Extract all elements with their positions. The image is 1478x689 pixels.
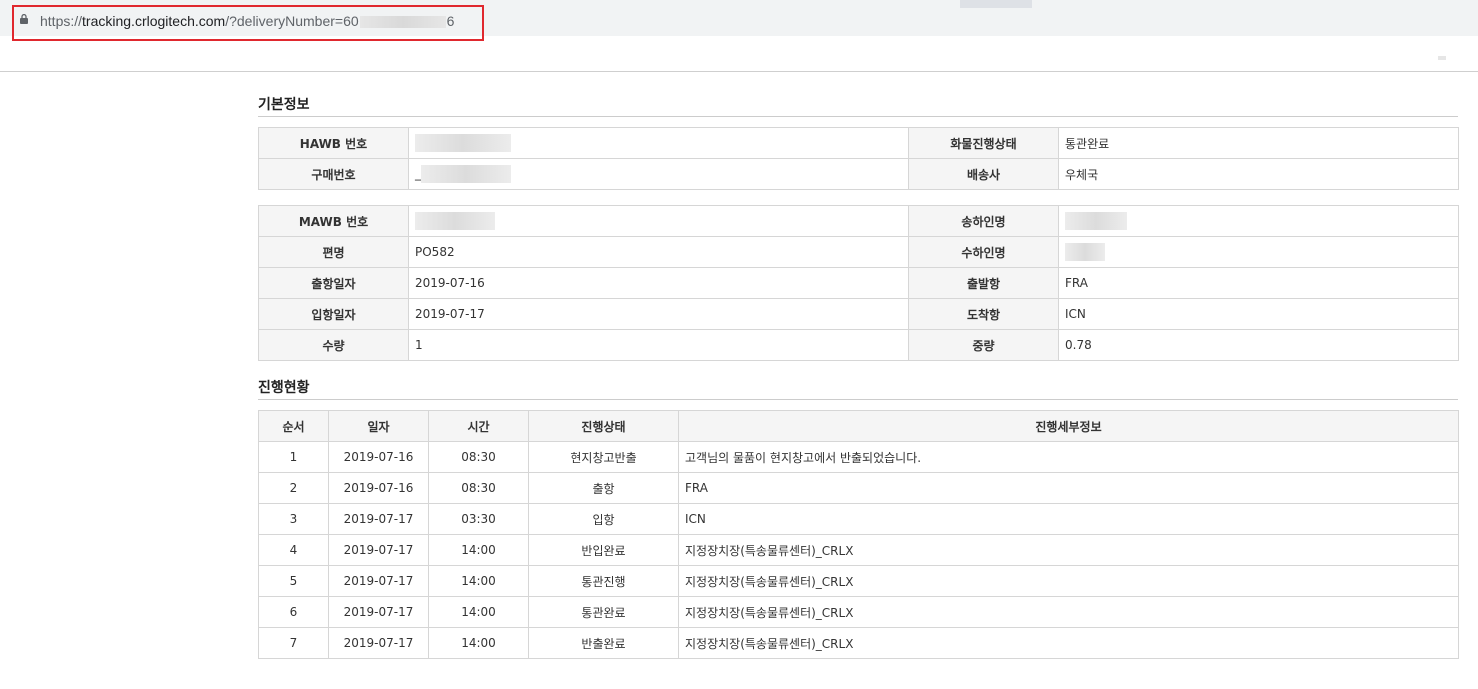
weight-label: 중량 xyxy=(908,329,1059,361)
quantity-value: 1 xyxy=(408,329,909,361)
column-header-status: 진행상태 xyxy=(528,410,679,442)
row-detail: 고객님의 물품이 현지창고에서 반출되었습니다. xyxy=(678,441,1459,473)
page-header-divider xyxy=(0,71,1478,72)
table-row: MAWB 번호 송하인명 xyxy=(258,205,1459,237)
row-detail: 지정장치장(특송물류센터)_CRLX xyxy=(678,596,1459,628)
table-row: 5 2019-07-17 14:00 통관진행 지정장치장(특송물류센터)_CR… xyxy=(258,565,1459,597)
row-date: 2019-07-17 xyxy=(328,596,429,628)
table-row: 7 2019-07-17 14:00 반출완료 지정장치장(특송물류센터)_CR… xyxy=(258,627,1459,659)
row-date: 2019-07-17 xyxy=(328,627,429,659)
arrival-date-label: 입항일자 xyxy=(258,298,409,330)
mawb-label: MAWB 번호 xyxy=(258,205,409,237)
hawb-value xyxy=(408,127,909,159)
redacted-value xyxy=(415,134,511,152)
row-time: 14:00 xyxy=(428,565,529,597)
redacted-value xyxy=(1065,212,1127,230)
cargo-status-value: 통관완료 xyxy=(1058,127,1459,159)
progress-rule xyxy=(258,399,1458,400)
row-time: 14:00 xyxy=(428,534,529,566)
table-row: 출항일자 2019-07-16 출발항 FRA xyxy=(258,267,1459,299)
column-header-time: 시간 xyxy=(428,410,529,442)
destination-label: 도착항 xyxy=(908,298,1059,330)
table-header-row: 순서 일자 시간 진행상태 진행세부정보 xyxy=(258,410,1459,442)
column-header-detail: 진행세부정보 xyxy=(678,410,1459,442)
consignee-label: 수하인명 xyxy=(908,236,1059,268)
arrival-date-value: 2019-07-17 xyxy=(408,298,909,330)
flight-label: 편명 xyxy=(258,236,409,268)
basic-info-table: HAWB 번호 화물진행상태 통관완료 구매번호 _ 배송사 우체국 xyxy=(258,127,1459,190)
row-time: 03:30 xyxy=(428,503,529,535)
row-time: 14:00 xyxy=(428,596,529,628)
row-status: 입항 xyxy=(528,503,679,535)
row-date: 2019-07-17 xyxy=(328,534,429,566)
table-row: HAWB 번호 화물진행상태 통관완료 xyxy=(258,127,1459,159)
shipment-info-table: MAWB 번호 송하인명 편명 PO582 수하인명 출항일자 2019-07-… xyxy=(258,205,1459,361)
row-no: 2 xyxy=(258,472,329,504)
browser-tab-other[interactable] xyxy=(1032,0,1478,8)
table-row: 1 2019-07-16 08:30 현지창고반출 고객님의 물품이 현지창고에… xyxy=(258,441,1459,473)
row-status: 현지창고반출 xyxy=(528,441,679,473)
purchase-label: 구매번호 xyxy=(258,158,409,190)
quantity-label: 수량 xyxy=(258,329,409,361)
table-row: 4 2019-07-17 14:00 반입완료 지정장치장(특송물류센터)_CR… xyxy=(258,534,1459,566)
table-row: 2 2019-07-16 08:30 출항 FRA xyxy=(258,472,1459,504)
row-time: 08:30 xyxy=(428,472,529,504)
cargo-status-label: 화물진행상태 xyxy=(908,127,1059,159)
mawb-value xyxy=(408,205,909,237)
table-row: 수량 1 중량 0.78 xyxy=(258,329,1459,361)
table-row: 6 2019-07-17 14:00 통관완료 지정장치장(특송물류센터)_CR… xyxy=(258,596,1459,628)
consignee-value xyxy=(1058,236,1459,268)
redacted-value xyxy=(415,212,495,230)
shipper-value xyxy=(1058,205,1459,237)
column-header-no: 순서 xyxy=(258,410,329,442)
hawb-label: HAWB 번호 xyxy=(258,127,409,159)
origin-label: 출발항 xyxy=(908,267,1059,299)
shipper-label: 송하인명 xyxy=(908,205,1059,237)
row-status: 반입완료 xyxy=(528,534,679,566)
destination-value: ICN xyxy=(1058,298,1459,330)
row-detail: 지정장치장(특송물류센터)_CRLX xyxy=(678,565,1459,597)
row-status: 통관진행 xyxy=(528,565,679,597)
row-status: 출항 xyxy=(528,472,679,504)
row-detail: ICN xyxy=(678,503,1459,535)
row-status: 통관완료 xyxy=(528,596,679,628)
row-detail: 지정장치장(특송물류센터)_CRLX xyxy=(678,534,1459,566)
row-date: 2019-07-17 xyxy=(328,503,429,535)
flight-value: PO582 xyxy=(408,236,909,268)
redacted-value xyxy=(421,165,511,183)
table-row: 3 2019-07-17 03:30 입항 ICN xyxy=(258,503,1459,535)
row-time: 14:00 xyxy=(428,627,529,659)
row-detail: FRA xyxy=(678,472,1459,504)
table-row: 편명 PO582 수하인명 xyxy=(258,236,1459,268)
table-row: 입항일자 2019-07-17 도착항 ICN xyxy=(258,298,1459,330)
purchase-value: _ xyxy=(408,158,909,190)
faint-mark xyxy=(1438,56,1446,60)
row-status: 반출완료 xyxy=(528,627,679,659)
row-no: 4 xyxy=(258,534,329,566)
weight-value: 0.78 xyxy=(1058,329,1459,361)
carrier-label: 배송사 xyxy=(908,158,1059,190)
column-header-date: 일자 xyxy=(328,410,429,442)
row-no: 1 xyxy=(258,441,329,473)
progress-table: 순서 일자 시간 진행상태 진행세부정보 1 2019-07-16 08:30 … xyxy=(258,410,1459,659)
row-no: 6 xyxy=(258,596,329,628)
redacted-value xyxy=(1065,243,1105,261)
basic-info-rule xyxy=(258,116,1458,117)
row-no: 7 xyxy=(258,627,329,659)
row-date: 2019-07-16 xyxy=(328,441,429,473)
url-highlight-box xyxy=(12,5,484,41)
carrier-value: 우체국 xyxy=(1058,158,1459,190)
row-time: 08:30 xyxy=(428,441,529,473)
row-detail: 지정장치장(특송물류센터)_CRLX xyxy=(678,627,1459,659)
basic-info-title: 기본정보 xyxy=(258,97,310,113)
row-date: 2019-07-17 xyxy=(328,565,429,597)
departure-date-label: 출항일자 xyxy=(258,267,409,299)
progress-title: 진행현황 xyxy=(258,380,310,396)
table-row: 구매번호 _ 배송사 우체국 xyxy=(258,158,1459,190)
departure-date-value: 2019-07-16 xyxy=(408,267,909,299)
row-no: 5 xyxy=(258,565,329,597)
origin-value: FRA xyxy=(1058,267,1459,299)
row-no: 3 xyxy=(258,503,329,535)
row-date: 2019-07-16 xyxy=(328,472,429,504)
